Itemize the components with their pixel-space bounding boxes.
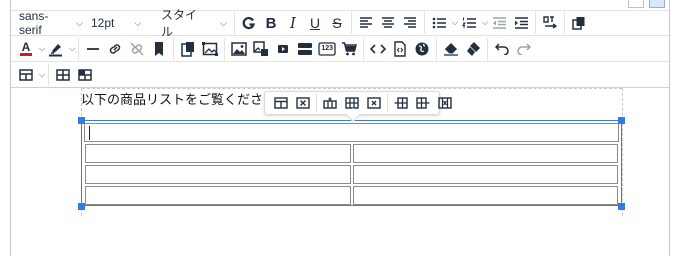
media-icon[interactable] bbox=[273, 38, 293, 60]
insert-row-before-icon[interactable] bbox=[320, 92, 340, 114]
table-icon[interactable] bbox=[16, 64, 36, 86]
table-context-toolbar bbox=[264, 91, 452, 123]
code-sample-icon[interactable]: 123 bbox=[317, 38, 337, 60]
align-right-icon[interactable] bbox=[400, 12, 420, 34]
chevron-down-icon[interactable]: ⌵ bbox=[482, 18, 488, 28]
font-family-select[interactable]: sans-serif ⌵ bbox=[15, 9, 87, 37]
insert-column-after-icon[interactable] bbox=[413, 92, 433, 114]
eraser-icon[interactable] bbox=[441, 38, 461, 60]
paste-icon[interactable] bbox=[178, 38, 198, 60]
chevron-down-icon: ⌵ bbox=[76, 17, 83, 28]
chevron-down-icon[interactable]: ⌵ bbox=[39, 44, 45, 54]
chevron-down-icon[interactable]: ⌵ bbox=[452, 18, 458, 28]
table-cell[interactable] bbox=[84, 123, 619, 142]
image-crop-icon[interactable] bbox=[200, 38, 220, 60]
table-row bbox=[84, 165, 619, 184]
bookmark-icon[interactable] bbox=[149, 38, 169, 60]
chevron-down-icon: ⌵ bbox=[134, 17, 142, 28]
numbered-list-icon[interactable] bbox=[459, 12, 479, 34]
shopping-cart-icon[interactable] bbox=[339, 38, 359, 60]
resize-handle-bottom-left[interactable] bbox=[78, 203, 85, 210]
style-select[interactable]: スタイル ⌵ bbox=[157, 8, 231, 39]
delete-column-icon[interactable] bbox=[435, 92, 455, 114]
bold-button[interactable]: B bbox=[261, 12, 281, 34]
font-g-icon[interactable] bbox=[239, 12, 259, 34]
table-delete-icon[interactable] bbox=[293, 92, 313, 114]
image-icon[interactable] bbox=[229, 38, 249, 60]
underline-button[interactable]: U bbox=[305, 12, 325, 34]
window-top-strip bbox=[11, 0, 669, 9]
unlink-icon[interactable] bbox=[127, 38, 147, 60]
toolbar-row-1: sans-serif ⌵ 12pt ⌵ スタイル ⌵ B I U S ⌵ ⌵ bbox=[11, 8, 669, 39]
text-color-swatch bbox=[20, 53, 32, 56]
toolbar-row-2: A ⌵ ⌵ 123 bbox=[11, 36, 669, 62]
file-code-icon[interactable] bbox=[390, 38, 410, 60]
outdent-icon[interactable] bbox=[489, 12, 509, 34]
table-row bbox=[84, 123, 619, 142]
undo-icon[interactable] bbox=[492, 38, 512, 60]
table-cell[interactable] bbox=[85, 144, 351, 163]
window-button-active[interactable] bbox=[649, 0, 665, 8]
rich-text-editor: sans-serif ⌵ 12pt ⌵ スタイル ⌵ B I U S ⌵ ⌵ A… bbox=[10, 0, 670, 256]
font-family-value: sans-serif bbox=[19, 9, 49, 37]
table-properties-icon[interactable] bbox=[271, 92, 291, 114]
paragraph-text[interactable]: 以下の商品リストをご覧ください。 bbox=[81, 89, 289, 108]
image-edit-icon[interactable] bbox=[251, 38, 271, 60]
text-direction-icon[interactable] bbox=[540, 12, 560, 34]
table-row bbox=[84, 144, 619, 163]
product-table[interactable] bbox=[81, 120, 622, 206]
table-cell[interactable] bbox=[85, 186, 351, 205]
font-size-value: 12pt bbox=[91, 16, 115, 30]
table-cell[interactable] bbox=[352, 144, 618, 163]
chevron-down-icon: ⌵ bbox=[220, 17, 227, 28]
italic-button[interactable]: I bbox=[283, 12, 303, 34]
text-cursor bbox=[89, 126, 90, 140]
table-insert-icon[interactable] bbox=[53, 64, 73, 86]
indent-icon[interactable] bbox=[511, 12, 531, 34]
window-button[interactable] bbox=[628, 0, 644, 8]
link-icon[interactable] bbox=[105, 38, 125, 60]
toolbar-row-3: ⌵ bbox=[11, 62, 669, 88]
table-merge-icon[interactable] bbox=[75, 64, 95, 86]
resize-handle-top-right[interactable] bbox=[618, 117, 625, 124]
insert-column-before-icon[interactable] bbox=[391, 92, 411, 114]
redo-icon[interactable] bbox=[514, 38, 534, 60]
table-row bbox=[84, 186, 619, 205]
copy-format-icon[interactable] bbox=[569, 12, 589, 34]
text-color-icon[interactable]: A bbox=[16, 38, 36, 60]
bullet-list-icon[interactable] bbox=[429, 12, 449, 34]
align-center-icon[interactable] bbox=[378, 12, 398, 34]
editor-content[interactable]: 以下の商品リストをご覧ください。 bbox=[11, 88, 669, 256]
table-cell[interactable] bbox=[352, 186, 618, 205]
template-icon[interactable] bbox=[295, 38, 315, 60]
highlight-icon[interactable] bbox=[46, 38, 66, 60]
strikethrough-button[interactable]: S bbox=[327, 12, 347, 34]
align-left-icon[interactable] bbox=[356, 12, 376, 34]
resize-handle-bottom-right[interactable] bbox=[618, 203, 625, 210]
table-cell[interactable] bbox=[352, 165, 618, 184]
font-size-select[interactable]: 12pt ⌵ bbox=[87, 12, 157, 34]
chevron-down-icon[interactable]: ⌵ bbox=[39, 70, 45, 80]
paint-brush-icon[interactable] bbox=[463, 38, 483, 60]
delete-row-icon[interactable] bbox=[364, 92, 384, 114]
chevron-down-icon[interactable]: ⌵ bbox=[69, 44, 75, 54]
code-icon[interactable] bbox=[368, 38, 388, 60]
horizontal-rule-icon[interactable] bbox=[83, 38, 103, 60]
style-value: スタイル bbox=[161, 8, 198, 39]
resize-handle-top-left[interactable] bbox=[78, 117, 85, 124]
globe-icon[interactable] bbox=[412, 38, 432, 60]
table-cell[interactable] bbox=[85, 165, 351, 184]
